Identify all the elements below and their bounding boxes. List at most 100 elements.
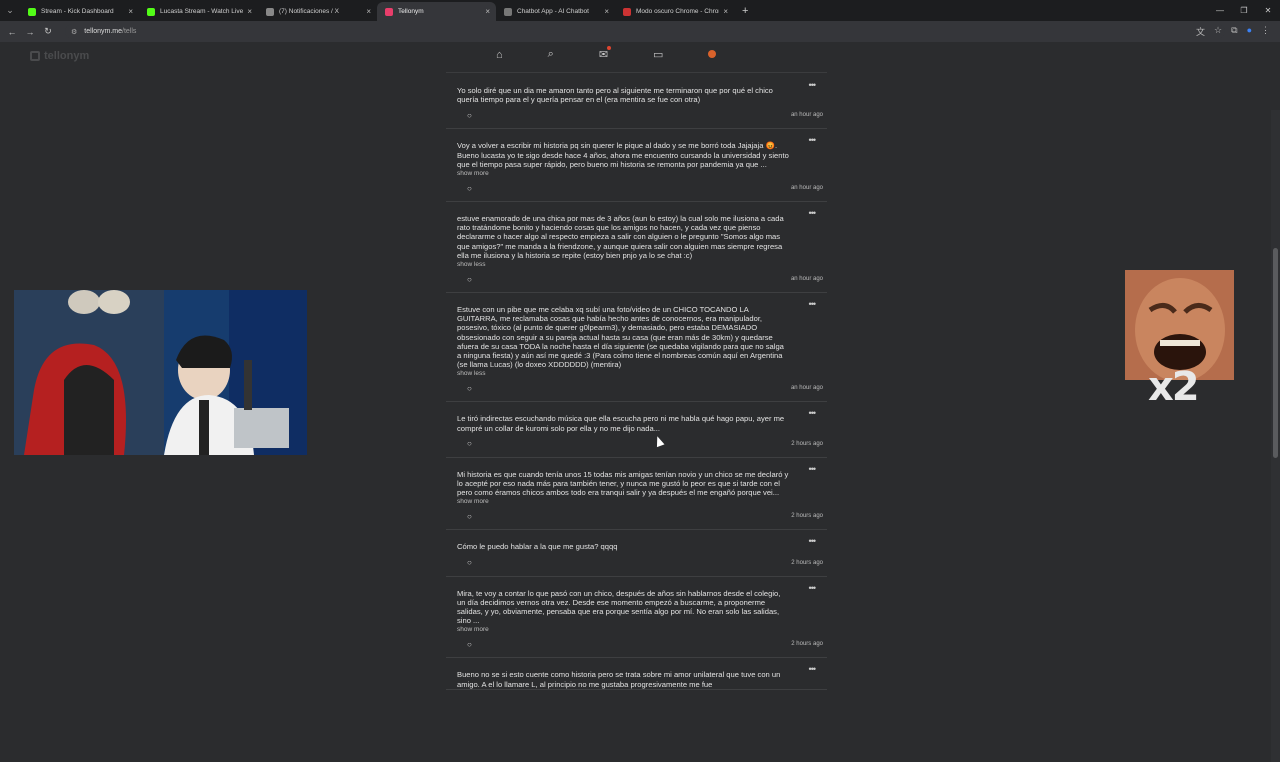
site-info-icon[interactable]: ⚙ <box>71 28 77 36</box>
tab-favicon-icon <box>623 7 631 16</box>
tell-card: ••• Bueno no se si esto cuente como histo… <box>446 658 827 690</box>
show-more-link[interactable]: show more <box>457 170 789 177</box>
tell-card: ••• estuve enamorado de una chica por mas… <box>446 202 827 294</box>
more-options-icon[interactable]: ••• <box>809 208 817 218</box>
webcam-overlay <box>14 290 307 455</box>
comment-icon[interactable]: ○ <box>467 640 472 649</box>
more-options-icon[interactable]: ••• <box>809 664 817 674</box>
url-field[interactable]: ⚙ tellonym.me/tells <box>65 24 1225 39</box>
translate-icon[interactable]: 文 <box>1196 25 1205 38</box>
scrollbar[interactable] <box>1271 110 1280 762</box>
more-options-icon[interactable]: ••• <box>809 408 817 418</box>
notification-dot <box>607 46 612 50</box>
close-window-icon[interactable]: ✕ <box>1256 6 1280 15</box>
tell-text: Estuve con un pibe que me celaba xq subí… <box>457 305 784 370</box>
more-options-icon[interactable]: ••• <box>809 464 817 474</box>
tab-close-icon[interactable]: × <box>604 7 609 16</box>
minimize-icon[interactable]: — <box>1208 6 1232 15</box>
show-more-link[interactable]: show more <box>457 626 789 633</box>
extensions-icon[interactable]: ⧉ <box>1231 25 1237 38</box>
profile-icon[interactable]: ● <box>1247 25 1252 38</box>
tell-text: Le tiró indirectas escuchando música que… <box>457 414 785 433</box>
browser-tab[interactable]: Stream - Kick Dashboard × <box>20 2 139 21</box>
browser-tab[interactable]: Modo oscuro Chrome - Chrom × <box>615 2 734 21</box>
tab-title: Chatbot App - AI Chatbot <box>517 8 589 15</box>
tell-timestamp: 2 hours ago <box>791 440 823 447</box>
messages-icon[interactable]: ▭ <box>653 48 663 61</box>
window-controls: — ❐ ✕ <box>1208 0 1280 21</box>
tellonym-logo[interactable]: tellonym <box>30 50 89 62</box>
inbox-icon[interactable]: ✉ <box>599 46 612 61</box>
tell-text: Voy a volver a escribir mi historia pq s… <box>457 141 789 169</box>
tab-close-icon[interactable]: × <box>128 7 133 16</box>
home-icon[interactable]: ⌂ <box>496 49 503 61</box>
tell-timestamp: 2 hours ago <box>791 513 823 520</box>
comment-icon[interactable]: ○ <box>467 558 472 567</box>
avatar[interactable] <box>708 49 717 61</box>
browser-tab[interactable]: Chatbot App - AI Chatbot × <box>496 2 615 21</box>
tell-timestamp: an hour ago <box>790 185 823 192</box>
more-options-icon[interactable]: ••• <box>809 583 817 593</box>
comment-icon[interactable]: ○ <box>467 275 472 284</box>
comment-icon[interactable]: ○ <box>467 512 472 521</box>
tab-close-icon[interactable]: × <box>247 7 252 16</box>
tab-title: Stream - Kick Dashboard <box>41 8 114 15</box>
show-more-link[interactable]: show less <box>457 261 789 268</box>
tell-card: ••• Mi historia es que cuando tenía unos … <box>446 458 827 531</box>
tab-favicon-icon <box>147 7 155 16</box>
more-options-icon[interactable]: ••• <box>809 299 817 309</box>
tell-timestamp: 2 hours ago <box>791 559 823 566</box>
tell-timestamp: an hour ago <box>790 385 823 392</box>
back-icon[interactable]: ← <box>3 27 21 37</box>
comment-icon[interactable]: ○ <box>467 439 472 448</box>
show-more-link[interactable]: show less <box>457 370 789 377</box>
tell-card: ••• Le tiró indirectas escuchando música … <box>446 402 827 458</box>
tab-title: (7) Notificaciones / X <box>279 8 339 15</box>
tell-timestamp: 2 hours ago <box>791 641 823 648</box>
reload-icon[interactable]: ↻ <box>39 26 57 37</box>
tell-text: Yo solo diré que un dia me amaron tanto … <box>457 86 773 105</box>
address-bar: ← → ↻ ⚙ tellonym.me/tells 文 ☆ ⧉ ● ⋮ <box>0 21 1280 42</box>
tell-card: ••• Voy a volver a escribir mi historia p… <box>446 129 827 203</box>
browser-tab[interactable]: (7) Notificaciones / X × <box>258 2 377 21</box>
tab-favicon-icon <box>504 7 512 16</box>
tell-card: ••• Cómo le puedo hablar a la que me gust… <box>446 530 827 577</box>
scrollbar-thumb[interactable] <box>1273 248 1278 458</box>
url-path: /tells <box>122 28 137 35</box>
tell-timestamp: an hour ago <box>790 112 823 119</box>
comment-icon[interactable]: ○ <box>467 384 472 393</box>
more-options-icon[interactable]: ••• <box>809 135 817 145</box>
tab-close-icon[interactable]: × <box>723 7 728 16</box>
forward-icon[interactable]: → <box>21 27 39 37</box>
tells-feed: ••• Yo solo diré que un dia me amaron tan… <box>446 74 827 690</box>
show-more-link[interactable]: show more <box>457 498 789 505</box>
search-icon[interactable]: ⌕ <box>548 48 554 61</box>
tell-text: Mira, te voy a contar lo que pasó con un… <box>457 588 781 626</box>
new-tab-icon[interactable]: + <box>742 5 748 17</box>
more-options-icon[interactable]: ••• <box>809 80 817 90</box>
comment-icon[interactable]: ○ <box>467 184 472 193</box>
browser-tab[interactable]: Tellonym × <box>377 2 496 21</box>
tell-text: Mi historia es que cuando tenía unos 15 … <box>457 469 789 498</box>
chrome-menu-icon[interactable]: ⋮ <box>1261 25 1270 38</box>
restore-icon[interactable]: ❐ <box>1232 6 1256 15</box>
tell-timestamp: an hour ago <box>790 276 823 283</box>
tab-title: Lucasta Stream - Watch Live on <box>160 8 244 15</box>
tab-title: Tellonym <box>398 8 424 15</box>
more-options-icon[interactable]: ••• <box>809 536 817 546</box>
divider <box>446 72 827 73</box>
tell-text: Cómo le puedo hablar a la que me gusta? … <box>457 542 618 552</box>
tab-title: Modo oscuro Chrome - Chrom <box>636 8 720 15</box>
meme-multiplier-label: x2 <box>1148 364 1200 410</box>
tab-close-icon[interactable]: × <box>366 7 371 16</box>
url-domain: tellonym.me <box>84 28 123 35</box>
tell-card: ••• Estuve con un pibe que me celaba xq s… <box>446 293 827 403</box>
tab-favicon-icon <box>28 7 36 16</box>
tell-text: estuve enamorado de una chica por mas de… <box>457 214 784 260</box>
tab-search-icon[interactable]: ⌄ <box>0 0 20 21</box>
bookmark-star-icon[interactable]: ☆ <box>1214 25 1222 38</box>
tell-card: ••• Mira, te voy a contar lo que pasó con… <box>446 577 827 659</box>
browser-tab[interactable]: Lucasta Stream - Watch Live on × <box>139 2 258 21</box>
comment-icon[interactable]: ○ <box>467 111 472 120</box>
tab-close-icon[interactable]: × <box>485 7 490 16</box>
